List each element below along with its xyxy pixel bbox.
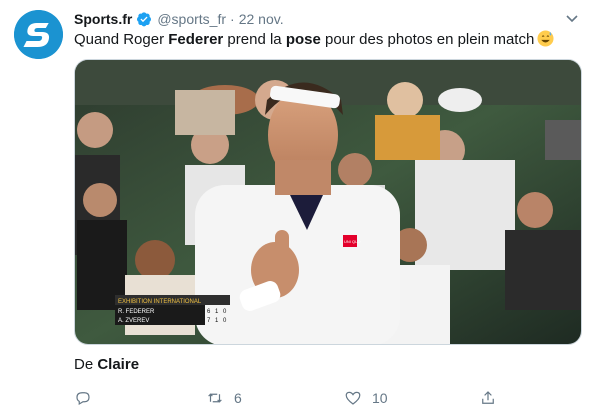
reply-button[interactable] (74, 386, 92, 410)
tweet-text-bold: Federer (168, 31, 224, 48)
tweet-text-part: prend la (223, 31, 286, 48)
media-credit: De Claire (74, 356, 139, 373)
sweat-smile-emoji-icon (537, 30, 554, 47)
share-icon (482, 391, 494, 404)
shirt-logo-text: UNI QLO (344, 239, 360, 244)
retweet-icon (208, 393, 222, 403)
reply-icon (76, 392, 90, 406)
profile-avatar[interactable] (14, 10, 63, 59)
tweet-text-part: Quand Roger (74, 31, 169, 48)
display-name[interactable]: Sports.fr (74, 11, 132, 27)
tweet-media-image[interactable]: EXHIBITION INTERNATIONAL R. FEDERER A. Z… (74, 59, 582, 345)
tweet-text: Quand Roger Federer prend la pose pour d… (74, 30, 554, 50)
more-options-chevron-icon[interactable] (564, 10, 580, 26)
like-count: 10 (372, 390, 388, 406)
credit-prefix: De (74, 356, 98, 373)
user-handle[interactable]: @sports_fr (157, 11, 226, 27)
share-button[interactable] (479, 386, 497, 410)
scoreboard-player1: R. FEDERER (118, 309, 155, 315)
federer-photo: EXHIBITION INTERNATIONAL R. FEDERER A. Z… (75, 60, 581, 344)
retweet-count: 6 (234, 390, 242, 406)
scoreboard-player2: A. ZVEREV (118, 318, 149, 324)
tweet-actions: 6 10 (74, 386, 582, 410)
credit-name[interactable]: Claire (97, 356, 139, 373)
tweet-text-bold: pose (285, 31, 321, 48)
heart-icon (345, 391, 361, 405)
tweet-header: Sports.fr @sports_fr · 22 nov. (74, 10, 574, 28)
verified-badge-icon (136, 11, 152, 27)
retweet-button[interactable]: 6 (206, 386, 242, 410)
like-button[interactable]: 10 (344, 386, 388, 410)
sports-fr-logo (14, 10, 63, 59)
header-separator: · (230, 11, 235, 27)
scoreboard-title: EXHIBITION INTERNATIONAL (118, 299, 202, 305)
tweet-date[interactable]: 22 nov. (239, 11, 284, 27)
tweet-text-part: pour des photos en plein match (320, 31, 535, 48)
